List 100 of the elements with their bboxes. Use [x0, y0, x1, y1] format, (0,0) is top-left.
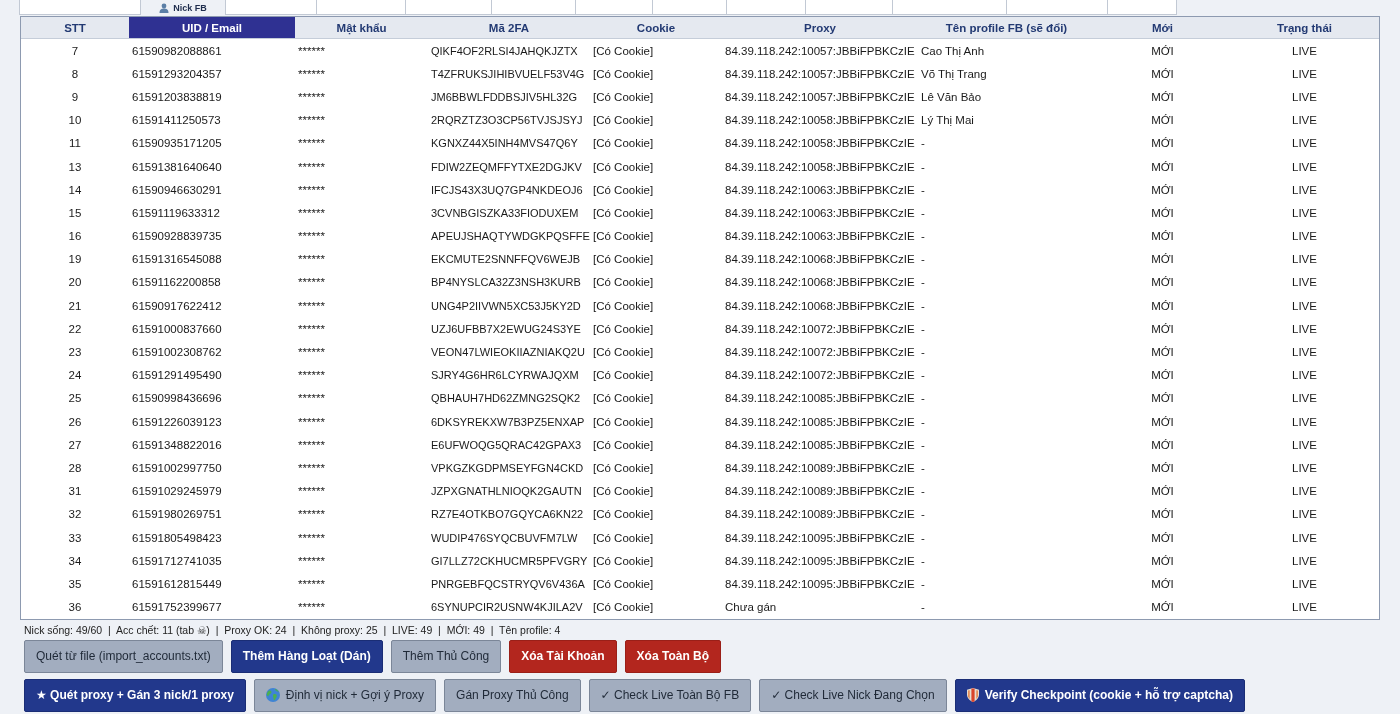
table-cell-text: 61591411250573 — [131, 114, 222, 127]
action-button[interactable]: ✓ Check Live Toàn Bộ FB — [588, 678, 752, 712]
table-cell-text: 10 — [67, 114, 83, 127]
table-cell-text: 35 — [67, 577, 83, 590]
tab[interactable] — [652, 0, 727, 15]
table-cell-text: 28 — [67, 461, 83, 474]
table-cell-text: - — [920, 206, 926, 219]
column-header[interactable]: Mật khẩu — [295, 17, 428, 38]
tab[interactable] — [726, 0, 806, 15]
action-button[interactable]: Xóa Toàn Bộ — [624, 639, 722, 673]
column-header[interactable]: Tên profile FB (sẽ đổi) — [918, 17, 1095, 38]
tab[interactable] — [491, 0, 576, 15]
tab[interactable] — [892, 0, 1007, 15]
table-cell-text: 84.39.118.242:10089:JBBiFPBKCzIE — [724, 461, 916, 474]
table-cell-text: 16 — [67, 230, 83, 243]
action-button[interactable]: Xóa Tài Khoản — [509, 639, 617, 673]
action-button[interactable]: Định vị nick + Gợi ý Proxy — [253, 678, 437, 712]
table-cell-text: MỚI — [1150, 554, 1175, 567]
table-cell-text: ****** — [297, 554, 326, 567]
table-cell-text: JM6BBWLFDDBSJIV5HL32G — [430, 90, 579, 103]
table-cell-text: ****** — [297, 369, 326, 382]
table-cell-text: [Có Cookie] — [592, 415, 655, 428]
table-cell-text: 2RQRZTZ3O3CP56TVJSJSYJ — [430, 114, 584, 127]
column-header[interactable]: Mới — [1095, 17, 1230, 38]
table-cell-text: ****** — [297, 183, 326, 196]
table-cell-text: - — [920, 230, 926, 243]
table-cell-text: - — [920, 601, 926, 614]
table-cell-text: MỚI — [1150, 392, 1175, 405]
table-cell-text: 27 — [67, 438, 83, 451]
table-cell-text: LIVE — [1291, 531, 1318, 544]
action-button[interactable]: Gán Proxy Thủ Công — [444, 678, 581, 712]
table-cell-text: SJRY4G6HR6LCYRWAJQXM — [430, 369, 580, 382]
tab[interactable] — [225, 0, 317, 15]
tab[interactable] — [405, 0, 492, 15]
action-button[interactable]: Thêm Hàng Loạt (Dán) — [230, 639, 383, 673]
table-cell-text: LIVE — [1291, 137, 1318, 150]
table-cell-text: ****** — [297, 253, 326, 266]
table-cell-text: 34 — [67, 554, 83, 567]
table-cell-text: 61590935171205 — [131, 137, 223, 150]
table-cell-text: 84.39.118.242:10057:JBBiFPBKCzIE — [724, 44, 916, 57]
table-cell-text: LIVE — [1291, 230, 1318, 243]
column-header[interactable]: Proxy — [722, 17, 918, 38]
table-cell-text: PNRGEBFQCSTRYQV6V436A — [430, 577, 586, 590]
tab[interactable] — [316, 0, 406, 15]
table-cell-text: LIVE — [1291, 183, 1318, 196]
table-cell-text: - — [920, 554, 926, 567]
tab[interactable] — [575, 0, 653, 15]
column-header[interactable]: Cookie — [590, 17, 722, 38]
table-cell-text: 84.39.118.242:10068:JBBiFPBKCzIE — [724, 253, 916, 266]
action-button[interactable]: ★ Quét proxy + Gán 3 nick/1 proxy — [24, 678, 246, 712]
table-cell-text: MỚI — [1150, 90, 1175, 103]
table-cell-text: WUDIP476SYQCBUVFM7LW — [430, 531, 579, 544]
table-cell-text: ****** — [297, 322, 326, 335]
table-cell-text: 25 — [67, 392, 83, 405]
table-cell-text: 61591805498423 — [131, 531, 223, 544]
tab[interactable] — [1006, 0, 1108, 15]
table-cell-text: 84.39.118.242:10057:JBBiFPBKCzIE — [724, 67, 916, 80]
table-cell-text: MỚI — [1150, 577, 1175, 590]
table-cell-text: 32 — [67, 508, 83, 521]
table-cell-text: ****** — [297, 230, 326, 243]
table-cell-text: ****** — [297, 90, 326, 103]
table-cell-text: Chưa gán — [724, 601, 778, 614]
column-header[interactable]: Mã 2FA — [428, 17, 590, 38]
table-cell-text: LIVE — [1291, 67, 1318, 80]
table-cell-text: LIVE — [1291, 461, 1318, 474]
tab[interactable] — [1107, 0, 1177, 15]
column-header[interactable]: Trạng thái — [1230, 17, 1379, 38]
table-cell-text: [Có Cookie] — [592, 369, 655, 382]
table-cell-text: 61591980269751 — [131, 508, 223, 521]
table-cell-text: [Có Cookie] — [592, 206, 655, 219]
table-cell-text: 61591612815449 — [131, 577, 223, 590]
action-button[interactable]: Thêm Thủ Công — [390, 639, 502, 673]
table-cell-text: MỚI — [1150, 369, 1175, 382]
tab[interactable] — [805, 0, 893, 15]
table-cell-text: 61590928839735 — [131, 230, 223, 243]
table-cell-text: MỚI — [1150, 67, 1175, 80]
table-cell-text: 23 — [67, 346, 83, 359]
action-button[interactable]: Verify Checkpoint (cookie + hỗ trợ captcha) — [954, 678, 1245, 712]
table-cell-text: Võ Thị Trang — [920, 67, 988, 80]
column-header[interactable]: STT — [21, 17, 129, 38]
action-button[interactable]: ✓ Check Live Nick Đang Chọn — [759, 678, 947, 712]
table-cell-text: T4ZFRUKSJIHIBVUELF53V4G — [430, 67, 586, 80]
column-header[interactable]: UID / Email — [129, 17, 295, 38]
table-cell-text: - — [920, 438, 926, 451]
table-cell-text: [Có Cookie] — [592, 299, 655, 312]
table-cell-text: 84.39.118.242:10095:JBBiFPBKCzIE — [724, 531, 916, 544]
table-cell-text: 20 — [67, 276, 83, 289]
table-cell-text: FDIW2ZEQMFFYTXE2DGJKV — [430, 160, 583, 173]
table-cell-text: GI7LLZ72CKHUCMR5PFVGRY — [430, 554, 589, 567]
table-cell-text: 61591203838819 — [131, 90, 223, 103]
table-cell-text: E6UFWOQG5QRAC42GPAX3 — [430, 438, 583, 451]
table-cell-text: 14 — [67, 183, 83, 196]
action-button[interactable]: Quét từ file (import_accounts.txt) — [24, 639, 223, 673]
table-cell-text: MỚI — [1150, 299, 1175, 312]
table-cell-text: ****** — [297, 299, 326, 312]
table-cell-text: 84.39.118.242:10072:JBBiFPBKCzIE — [724, 369, 916, 382]
table-cell-text: [Có Cookie] — [592, 554, 655, 567]
table-cell-text: - — [920, 369, 926, 382]
tab[interactable] — [19, 0, 141, 15]
table-cell-text: MỚI — [1150, 415, 1175, 428]
